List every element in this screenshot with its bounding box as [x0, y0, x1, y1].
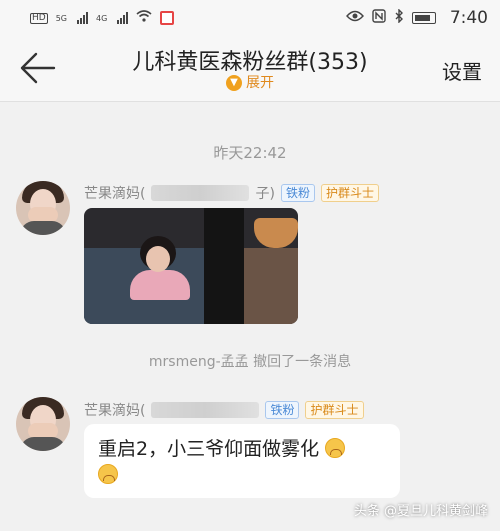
wifi-icon	[136, 9, 152, 27]
redacted-name	[151, 185, 250, 201]
status-left: HD 5G 4G	[30, 9, 175, 27]
avatar[interactable]	[16, 397, 70, 451]
sender-name-tail: 子)	[255, 186, 275, 202]
network-type-2: 4G	[96, 13, 108, 23]
cry-emoji-icon	[98, 464, 118, 484]
badge-iron-fan: 铁粉	[280, 184, 315, 202]
chat-header: 儿科黄医森粉丝群(353) ▼ 展开 设置	[0, 36, 500, 102]
text-message-bubble[interactable]: 重启2，小三爷仰面做雾化	[84, 424, 400, 498]
settings-button[interactable]: 设置	[442, 56, 482, 85]
nfc-icon	[372, 9, 386, 27]
signal-icon-1	[77, 12, 88, 24]
message-text: 重启2，小三爷仰面做雾化	[98, 438, 320, 460]
badge-iron-fan: 铁粉	[265, 401, 300, 419]
network-type-1: 5G	[55, 13, 67, 23]
sender-row: 芒果滴妈( 子) 铁粉 护群斗士	[84, 183, 379, 203]
sender-name: 芒果滴妈(	[84, 186, 146, 202]
expand-button[interactable]: ▼ 展开	[0, 72, 500, 92]
badge-group-guardian: 护群斗士	[305, 401, 364, 419]
avatar[interactable]	[16, 181, 70, 235]
signal-icon-2	[117, 12, 129, 24]
eye-icon	[345, 10, 364, 26]
hd-badge-1: HD	[30, 12, 48, 24]
battery-icon	[411, 12, 436, 24]
status-bar: HD 5G 4G 7:40	[0, 0, 500, 36]
image-message[interactable]	[84, 208, 298, 324]
bluetooth-icon	[394, 8, 404, 27]
notification-icon	[160, 11, 175, 25]
message-timestamp: 昨天22:42	[213, 144, 287, 162]
status-right: 7:40	[345, 8, 488, 28]
recall-notice: mrsmeng-孟孟 撤回了一条消息	[148, 354, 352, 370]
redacted-name	[151, 402, 260, 418]
sender-name: 芒果滴妈(	[84, 403, 146, 419]
sender-row: 芒果滴妈( 铁粉 护群斗士	[84, 400, 364, 420]
expand-label: 展开	[246, 75, 274, 91]
badge-group-guardian: 护群斗士	[320, 184, 379, 202]
expand-chevron-icon: ▼	[226, 75, 242, 91]
watermark: 头条 @夏旦儿科黄剑峰	[353, 504, 488, 519]
cry-emoji-icon	[325, 438, 346, 458]
status-time: 7:40	[449, 8, 488, 28]
